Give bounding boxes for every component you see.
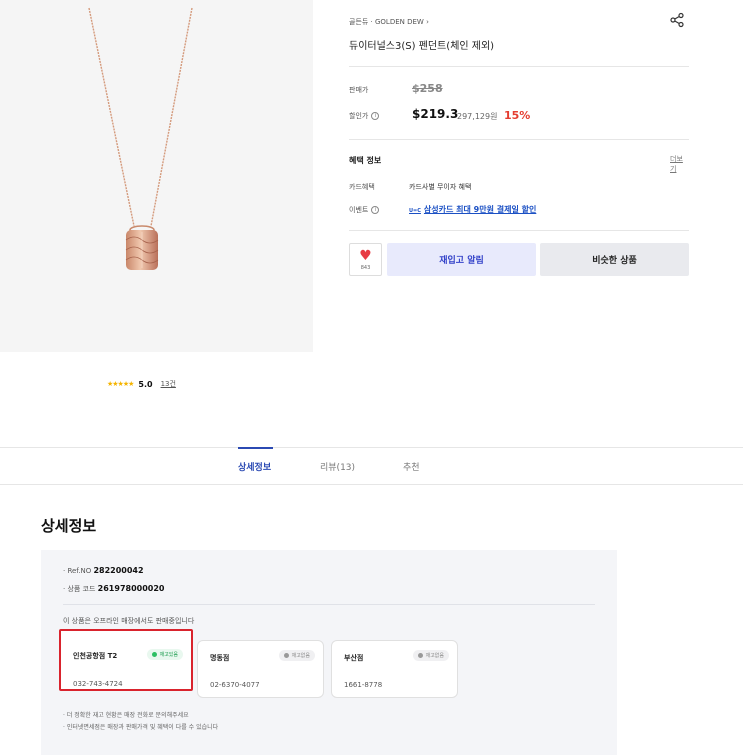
more-link[interactable]: 더보기 — [670, 154, 689, 174]
store-card[interactable]: 명동점 재고없음 02-6370-4077 — [197, 640, 324, 698]
like-count: 843 — [360, 264, 371, 271]
ref-number: · Ref.NO 282200042 — [63, 566, 144, 575]
list-price: $258 — [412, 82, 443, 95]
product-code: · 상품 코드 261978000020 — [63, 584, 165, 593]
tab-details[interactable]: 상세정보 — [238, 460, 271, 473]
card-benefit-value: 카드사별 무이자 혜택 — [409, 183, 472, 191]
store-phone: 1661-8778 — [344, 681, 383, 689]
product-rating: ★★★★★ 5.0 13건 — [107, 379, 176, 389]
divider — [349, 230, 689, 231]
event-label: 이벤트 i — [349, 205, 380, 215]
rating-stars: ★★★★★ — [107, 380, 134, 388]
wishlist-button[interactable]: ♥ 843 — [349, 243, 382, 276]
stock-badge: 재고없음 — [278, 650, 315, 661]
store-card[interactable]: 인천공항점 T2 재고있음 032-743-4724 — [59, 629, 193, 691]
store-card[interactable]: 부산점 재고없음 1661-8778 — [331, 640, 458, 698]
similar-products-button[interactable]: 비슷한 상품 — [540, 243, 689, 276]
detail-tab-bar: 상세정보 리뷰(13) 추천 — [0, 447, 743, 485]
share-icon[interactable] — [669, 12, 685, 28]
rating-score: 5.0 — [138, 379, 153, 389]
product-title: 듀이터널스3(S) 펜던트(체인 제외) — [349, 41, 495, 52]
store-name: 인천공항점 T2 — [73, 652, 118, 660]
store-phone: 02-6370-4077 — [210, 681, 260, 689]
review-count-link[interactable]: 13건 — [161, 379, 176, 389]
info-icon[interactable]: i — [371, 112, 380, 120]
restock-alert-button[interactable]: 재입고 알림 — [387, 243, 536, 276]
brand-breadcrumb[interactable]: 골든듀 · GOLDEN DEW › — [349, 17, 429, 27]
heart-icon: ♥ — [359, 247, 372, 264]
stock-badge: 재고없음 — [412, 650, 449, 661]
divider — [349, 66, 689, 67]
card-benefit-label: 카드혜택 — [349, 183, 375, 191]
info-icon[interactable]: i — [371, 206, 380, 214]
product-image — [0, 0, 313, 352]
stock-badge: 재고있음 — [146, 649, 183, 660]
store-name: 명동점 — [210, 654, 230, 662]
sale-price: $219.3 — [412, 107, 459, 121]
detail-info-box: · Ref.NO 282200042 · 상품 코드 261978000020 … — [41, 550, 617, 755]
divider — [63, 604, 595, 605]
divider — [349, 139, 689, 140]
offline-note: 이 상품은 오프라인 매장에서도 판매중입니다 — [63, 617, 195, 625]
list-price-label: 판매가 — [349, 86, 369, 94]
event-link[interactable]: U=C 삼성카드 최대 9만원 결제일 할인 — [409, 204, 536, 215]
benefit-title: 혜택 정보 — [349, 156, 382, 165]
store-phone: 032-743-4724 — [73, 680, 123, 688]
footnote: · 더 정확한 재고 현황은 매장 전화로 문의해주세요 — [63, 712, 189, 719]
section-title: 상세정보 — [41, 517, 97, 535]
krw-price: 297,129원 — [457, 112, 498, 121]
sale-price-label: 할인가 i — [349, 111, 380, 121]
tab-recommend[interactable]: 추천 — [403, 460, 420, 473]
store-name: 부산점 — [344, 654, 364, 662]
card-tag-icon: U=C — [409, 208, 421, 214]
pendant-illustration — [88, 7, 193, 270]
footnote: · 인터넷면세점은 매장과 판매가격 및 혜택이 다를 수 있습니다 — [63, 724, 219, 731]
active-tab-indicator — [238, 447, 273, 449]
discount-rate: 15% — [504, 109, 531, 122]
tab-reviews[interactable]: 리뷰(13) — [320, 460, 355, 473]
